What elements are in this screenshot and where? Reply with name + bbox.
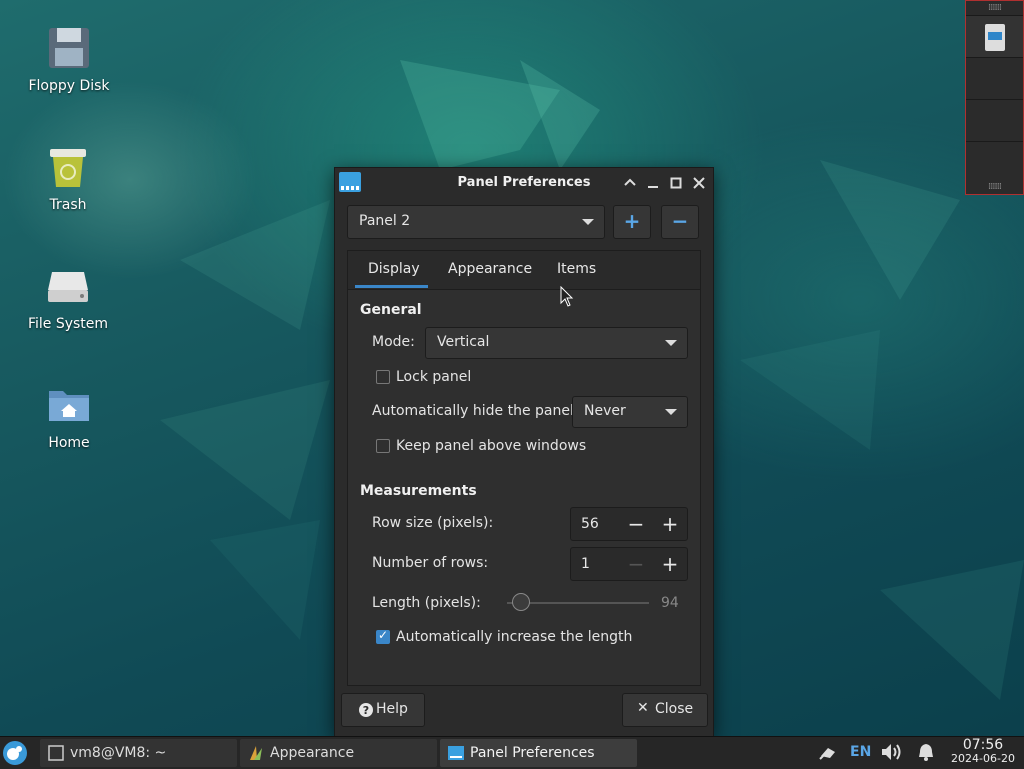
task-appearance[interactable]: Appearance <box>240 739 437 767</box>
decrement-icon[interactable]: − <box>623 511 649 537</box>
clock[interactable]: 07:56 2024-06-20 <box>948 738 1018 766</box>
close-window-button[interactable] <box>690 174 708 192</box>
desktop-icon-label: Floppy Disk <box>28 78 110 94</box>
mode-value: Vertical <box>437 334 490 350</box>
decrement-icon: − <box>627 552 645 576</box>
workspace-1[interactable] <box>966 15 1023 57</box>
increment-icon[interactable]: + <box>657 551 683 577</box>
workspace-2[interactable] <box>966 57 1023 99</box>
tab-display[interactable]: Display <box>368 261 420 277</box>
autohide-label: Automatically hide the panel: <box>372 403 579 419</box>
help-label: Help <box>376 701 408 717</box>
help-button[interactable]: ? Help <box>341 693 425 727</box>
terminal-icon <box>48 745 64 761</box>
mode-dropdown[interactable]: Vertical <box>425 327 688 359</box>
mouse-logo-icon <box>7 746 22 760</box>
lock-panel-label[interactable]: Lock panel <box>396 369 471 385</box>
panel-drag-handle[interactable]: ⁞⁞⁞⁞⁞⁞⁞ <box>966 180 1023 194</box>
plus-icon: + <box>623 209 641 233</box>
whisker-menu-button[interactable] <box>3 741 27 765</box>
auto-increase-label[interactable]: Automatically increase the length <box>396 629 632 645</box>
close-icon: ✕ <box>637 700 649 716</box>
floppy-disk-icon <box>45 24 93 72</box>
tab-appearance[interactable]: Appearance <box>448 261 532 277</box>
rows-label: Number of rows: <box>372 555 489 571</box>
increment-icon[interactable]: + <box>657 511 683 537</box>
minimize-button[interactable] <box>644 174 662 192</box>
workspace-3[interactable] <box>966 99 1023 141</box>
panel-drag-handle[interactable]: ⁞⁞⁞⁞⁞⁞⁞ <box>966 1 1023 15</box>
title-bar[interactable]: Panel Preferences <box>335 168 713 200</box>
volume-icon[interactable] <box>880 742 906 762</box>
svg-text:?: ? <box>363 704 369 717</box>
length-slider-handle[interactable] <box>512 593 530 611</box>
clock-time: 07:56 <box>962 737 1004 753</box>
network-icon[interactable] <box>818 742 838 762</box>
autohide-dropdown[interactable]: Never <box>572 396 688 428</box>
auto-increase-checkbox[interactable] <box>376 628 390 644</box>
desktop-icon-label: Home <box>48 435 90 451</box>
chevron-down-icon <box>665 409 677 415</box>
row-size-value[interactable]: 56 <box>581 516 599 532</box>
shade-button[interactable] <box>621 174 639 192</box>
keyboard-layout-indicator[interactable]: EN <box>850 744 871 760</box>
desktop-icon-file-system[interactable]: File System <box>18 262 118 332</box>
chevron-down-icon <box>665 340 677 346</box>
help-icon: ? <box>359 703 373 717</box>
panel-selector-dropdown[interactable]: Panel 2 <box>347 205 605 239</box>
desktop-icon-label: File System <box>27 316 109 332</box>
tab-items[interactable]: Items <box>557 261 596 277</box>
drive-icon <box>44 262 92 310</box>
measurements-heading: Measurements <box>360 483 477 499</box>
length-label: Length (pixels): <box>372 595 481 611</box>
panel-selector-value: Panel 2 <box>359 213 411 229</box>
desktop-icon-home[interactable]: Home <box>19 381 119 451</box>
trash-icon <box>44 143 92 191</box>
chevron-up-icon <box>624 178 636 186</box>
close-icon <box>693 177 705 189</box>
desktop-icon-trash[interactable]: Trash <box>18 143 118 213</box>
clock-date: 2024-06-20 <box>951 752 1015 765</box>
task-panel-preferences[interactable]: Panel Preferences <box>440 739 637 767</box>
mode-label: Mode: <box>372 334 415 350</box>
desktop-icon-label: Trash <box>49 197 87 213</box>
task-terminal[interactable]: vm8@VM8: ~ <box>40 739 237 767</box>
general-heading: General <box>360 302 422 318</box>
minimize-icon <box>648 186 658 188</box>
close-label: Close <box>655 701 694 717</box>
maximize-icon <box>670 177 682 189</box>
chevron-down-icon <box>582 219 594 225</box>
panel-app-icon <box>448 746 464 760</box>
taskbar: vm8@VM8: ~ Appearance Panel Preferences … <box>0 736 1024 769</box>
lock-panel-checkbox[interactable] <box>376 370 390 384</box>
workspace-4[interactable] <box>966 141 1023 180</box>
home-folder-icon <box>45 381 93 429</box>
active-tab-indicator <box>355 285 428 288</box>
task-label: Appearance <box>270 745 355 761</box>
row-size-spinner[interactable]: 56 − + <box>570 507 688 541</box>
window-thumbnail-icon <box>985 24 1005 51</box>
add-panel-button[interactable]: + <box>613 205 651 239</box>
keep-above-label[interactable]: Keep panel above windows <box>396 438 586 454</box>
keep-above-checkbox[interactable] <box>376 439 390 453</box>
close-button[interactable]: ✕ Close <box>622 693 708 727</box>
length-value: 94 <box>661 595 679 611</box>
desktop-icon-floppy-disk[interactable]: Floppy Disk <box>19 24 119 94</box>
remove-panel-button[interactable]: − <box>661 205 699 239</box>
row-size-label: Row size (pixels): <box>372 515 494 531</box>
appearance-icon <box>250 746 262 760</box>
task-label: vm8@VM8: ~ <box>70 745 167 761</box>
panel-preferences-dialog: Panel Preferences Panel 2 + − Display Ap… <box>334 167 714 737</box>
vertical-panel[interactable]: ⁞⁞⁞⁞⁞⁞⁞ ⁞⁞⁞⁞⁞⁞⁞ <box>965 0 1024 195</box>
notification-bell-icon[interactable] <box>916 742 936 762</box>
rows-spinner[interactable]: 1 − + <box>570 547 688 581</box>
maximize-button[interactable] <box>667 174 685 192</box>
minus-icon: − <box>671 209 689 233</box>
task-label: Panel Preferences <box>470 745 595 761</box>
rows-value[interactable]: 1 <box>581 556 590 572</box>
autohide-value: Never <box>584 403 626 419</box>
mouse-pointer-icon <box>560 286 574 307</box>
